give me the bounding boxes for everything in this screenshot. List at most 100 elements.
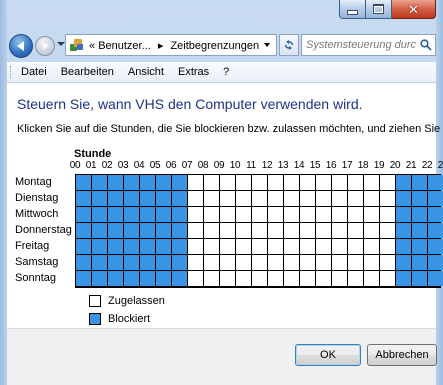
hour-cell[interactable] <box>396 223 411 238</box>
address-dropdown-icon[interactable] <box>264 43 270 47</box>
menu-item-help[interactable]: ? <box>216 62 236 82</box>
back-button[interactable] <box>9 34 33 58</box>
hour-cell[interactable] <box>124 255 139 270</box>
hour-cell[interactable] <box>172 271 187 286</box>
hour-cell[interactable] <box>316 207 331 222</box>
hour-cell[interactable] <box>156 175 171 190</box>
hour-cell[interactable] <box>220 191 235 206</box>
hour-cell[interactable] <box>108 239 123 254</box>
hour-cell[interactable] <box>348 191 363 206</box>
hour-cell[interactable] <box>268 191 283 206</box>
hour-cell[interactable] <box>348 223 363 238</box>
hour-cell[interactable] <box>236 239 251 254</box>
hour-cell[interactable] <box>188 223 203 238</box>
hour-cell[interactable] <box>124 223 139 238</box>
hour-cell[interactable] <box>364 223 379 238</box>
hour-cell[interactable] <box>108 255 123 270</box>
hour-cell[interactable] <box>108 207 123 222</box>
hour-cell[interactable] <box>300 239 315 254</box>
hour-cell[interactable] <box>204 207 219 222</box>
hour-cell[interactable] <box>332 255 347 270</box>
hour-cell[interactable] <box>76 191 91 206</box>
hour-cell[interactable] <box>236 191 251 206</box>
hour-cell[interactable] <box>300 191 315 206</box>
hour-cell[interactable] <box>188 239 203 254</box>
hour-cell[interactable] <box>76 223 91 238</box>
hour-cell[interactable] <box>380 223 395 238</box>
hour-cell[interactable] <box>124 239 139 254</box>
hour-cell[interactable] <box>300 207 315 222</box>
hour-cell[interactable] <box>300 271 315 286</box>
cancel-button[interactable]: Abbrechen <box>367 344 437 366</box>
hour-cell[interactable] <box>396 191 411 206</box>
hour-cell[interactable] <box>316 175 331 190</box>
hour-cell[interactable] <box>140 239 155 254</box>
hour-cell[interactable] <box>412 255 427 270</box>
hour-cell[interactable] <box>364 271 379 286</box>
hour-cell[interactable] <box>380 255 395 270</box>
breadcrumb-item-zeitbegrenzungen[interactable]: Zeitbegrenzungen <box>170 40 259 52</box>
hour-cell[interactable] <box>204 175 219 190</box>
hour-cell[interactable] <box>268 255 283 270</box>
hour-cell[interactable] <box>332 271 347 286</box>
minimize-button[interactable] <box>339 0 366 19</box>
hour-cell[interactable] <box>252 191 267 206</box>
hour-cell[interactable] <box>236 255 251 270</box>
menu-item-bearbeiten[interactable]: Bearbeiten <box>54 62 121 82</box>
breadcrumb-separator-icon[interactable]: ▸ <box>158 40 164 52</box>
hour-cell[interactable] <box>428 207 443 222</box>
hour-cell[interactable] <box>412 239 427 254</box>
hour-cell[interactable] <box>396 175 411 190</box>
hour-cell[interactable] <box>316 255 331 270</box>
hour-cell[interactable] <box>284 207 299 222</box>
hour-cell[interactable] <box>108 191 123 206</box>
hour-cell[interactable] <box>220 175 235 190</box>
hour-cell[interactable] <box>412 207 427 222</box>
hour-cell[interactable] <box>380 239 395 254</box>
recent-pages-dropdown-icon[interactable] <box>57 42 65 46</box>
hour-cell[interactable] <box>188 255 203 270</box>
hour-cell[interactable] <box>92 255 107 270</box>
hour-cell[interactable] <box>92 175 107 190</box>
hour-cell[interactable] <box>284 255 299 270</box>
hour-cell[interactable] <box>300 223 315 238</box>
hour-cell[interactable] <box>380 271 395 286</box>
hour-cell[interactable] <box>332 223 347 238</box>
hour-cell[interactable] <box>380 175 395 190</box>
hour-cell[interactable] <box>188 271 203 286</box>
maximize-button[interactable] <box>366 0 392 19</box>
hour-cell[interactable] <box>396 255 411 270</box>
hour-cell[interactable] <box>140 207 155 222</box>
hour-cell[interactable] <box>236 207 251 222</box>
hour-cell[interactable] <box>140 271 155 286</box>
hour-cell[interactable] <box>252 207 267 222</box>
hour-cell[interactable] <box>268 239 283 254</box>
hour-cell[interactable] <box>204 239 219 254</box>
hour-cell[interactable] <box>380 191 395 206</box>
hour-cell[interactable] <box>412 271 427 286</box>
hour-cell[interactable] <box>348 175 363 190</box>
hour-cell[interactable] <box>284 271 299 286</box>
search-box[interactable]: Systemsteuerung durchs... <box>301 34 436 56</box>
hour-cell[interactable] <box>428 191 443 206</box>
hour-cell[interactable] <box>348 239 363 254</box>
hour-cell[interactable] <box>76 271 91 286</box>
hour-cell[interactable] <box>428 223 443 238</box>
search-icon[interactable] <box>420 39 432 51</box>
hour-cell[interactable] <box>348 255 363 270</box>
hour-cell[interactable] <box>428 255 443 270</box>
hour-cell[interactable] <box>92 239 107 254</box>
hour-cell[interactable] <box>188 207 203 222</box>
breadcrumb-overflow[interactable]: « <box>89 40 95 52</box>
hour-cell[interactable] <box>348 271 363 286</box>
hour-cell[interactable] <box>396 207 411 222</box>
hour-cell[interactable] <box>332 191 347 206</box>
hour-cell[interactable] <box>76 175 91 190</box>
hour-cell[interactable] <box>252 175 267 190</box>
hour-cell[interactable] <box>284 191 299 206</box>
menu-item-datei[interactable]: Datei <box>14 62 54 82</box>
hour-cell[interactable] <box>172 191 187 206</box>
hour-cell[interactable] <box>316 271 331 286</box>
hour-cell[interactable] <box>268 175 283 190</box>
hour-cell[interactable] <box>332 239 347 254</box>
